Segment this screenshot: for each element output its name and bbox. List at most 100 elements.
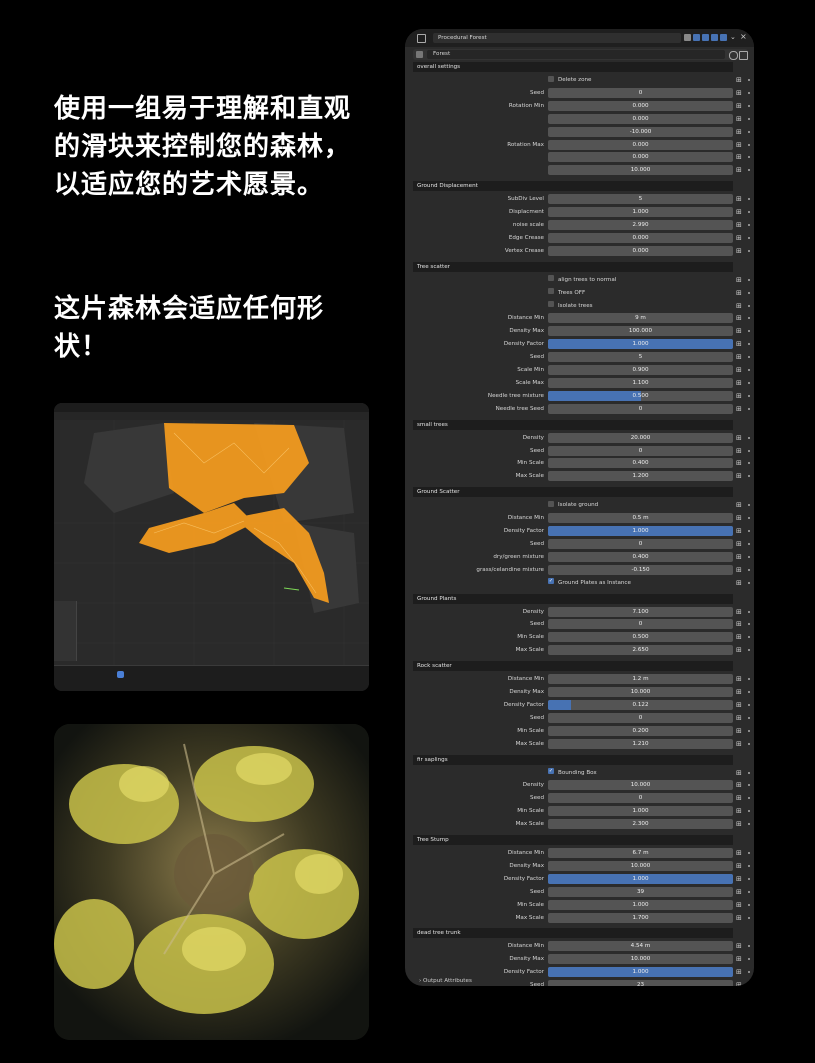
- keyframe-icon[interactable]: ⊞: [736, 769, 743, 777]
- animate-dot-icon[interactable]: [748, 330, 750, 333]
- number-field[interactable]: 0: [548, 403, 733, 414]
- slider-field[interactable]: 0.122: [548, 699, 733, 710]
- animate-dot-icon[interactable]: [748, 581, 750, 584]
- animate-dot-icon[interactable]: [748, 104, 750, 107]
- animate-dot-icon[interactable]: [748, 449, 750, 452]
- animate-dot-icon[interactable]: [748, 903, 750, 906]
- keyframe-icon[interactable]: ⊞: [736, 688, 743, 696]
- animate-dot-icon[interactable]: [748, 517, 750, 520]
- animate-dot-icon[interactable]: [748, 156, 750, 159]
- animate-dot-icon[interactable]: [748, 224, 750, 226]
- animate-dot-icon[interactable]: [748, 504, 750, 507]
- animate-dot-icon[interactable]: [748, 91, 750, 94]
- keyframe-icon[interactable]: ⊞: [736, 701, 743, 709]
- animate-dot-icon[interactable]: [748, 381, 750, 384]
- number-field[interactable]: 10.000: [548, 860, 733, 871]
- keyframe-icon[interactable]: ⊞: [736, 914, 743, 922]
- nodes-icon[interactable]: [693, 34, 700, 41]
- number-field[interactable]: -10.000: [548, 126, 733, 137]
- keyframe-icon[interactable]: ⊞: [736, 675, 743, 683]
- animate-dot-icon[interactable]: [748, 623, 750, 626]
- animate-dot-icon[interactable]: [748, 568, 750, 571]
- keyframe-icon[interactable]: ⊞: [736, 646, 743, 654]
- keyframe-icon[interactable]: ⊞: [736, 633, 743, 641]
- section-header[interactable]: Tree Stump: [413, 835, 733, 845]
- animate-dot-icon[interactable]: [748, 784, 750, 787]
- number-field[interactable]: 2.300: [548, 819, 733, 830]
- keyframe-icon[interactable]: ⊞: [736, 276, 743, 284]
- checkbox-icon[interactable]: [548, 75, 554, 82]
- number-field[interactable]: 7.100: [548, 606, 733, 617]
- editmode-icon[interactable]: [702, 34, 709, 41]
- number-field[interactable]: 0.200: [548, 725, 733, 736]
- animate-dot-icon[interactable]: [748, 143, 750, 146]
- animate-dot-icon[interactable]: [748, 823, 750, 826]
- animate-dot-icon[interactable]: [748, 169, 750, 172]
- slider-field[interactable]: 1.000: [548, 873, 733, 884]
- number-field[interactable]: 5: [548, 352, 733, 363]
- number-field[interactable]: 5: [548, 194, 733, 205]
- checkbox-checked-icon[interactable]: ✓: [548, 768, 554, 774]
- keyframe-icon[interactable]: ⊞: [736, 740, 743, 748]
- keyframe-icon[interactable]: ⊞: [736, 579, 743, 587]
- number-field[interactable]: 1.210: [548, 738, 733, 749]
- number-field[interactable]: 2.650: [548, 645, 733, 656]
- number-field[interactable]: 1.000: [548, 806, 733, 817]
- animate-dot-icon[interactable]: [748, 369, 750, 371]
- animate-dot-icon[interactable]: [748, 117, 750, 120]
- keyframe-icon[interactable]: ⊞: [736, 942, 743, 950]
- number-field[interactable]: 0: [548, 445, 733, 456]
- keyframe-icon[interactable]: ⊞: [736, 608, 743, 616]
- keyframe-icon[interactable]: ⊞: [736, 434, 743, 442]
- number-field[interactable]: 0.000: [548, 245, 733, 256]
- checkbox-row[interactable]: ✓ Bounding Box: [548, 768, 597, 778]
- number-field[interactable]: 9 m: [548, 313, 733, 324]
- checkbox-icon[interactable]: [548, 301, 554, 307]
- animate-dot-icon[interactable]: [748, 797, 750, 800]
- number-field[interactable]: 1.700: [548, 912, 733, 923]
- keyframe-icon[interactable]: ⊞: [736, 514, 743, 522]
- section-header[interactable]: overall settings: [413, 62, 733, 72]
- animate-dot-icon[interactable]: [748, 810, 750, 813]
- number-field[interactable]: 0: [548, 712, 733, 723]
- number-field[interactable]: 1.100: [548, 377, 733, 388]
- keyframe-icon[interactable]: ⊞: [736, 955, 743, 963]
- checkbox-row[interactable]: Delete zone: [548, 75, 592, 85]
- render-icon[interactable]: [720, 34, 727, 41]
- copy-icon[interactable]: [739, 51, 748, 60]
- filter-icon[interactable]: [684, 34, 691, 41]
- keyframe-icon[interactable]: ⊞: [736, 447, 743, 455]
- section-header[interactable]: fir saplings: [413, 754, 733, 765]
- keyframe-icon[interactable]: ⊞: [736, 195, 743, 203]
- section-header[interactable]: Ground Plants: [413, 593, 733, 604]
- number-field[interactable]: 0.000: [548, 139, 733, 150]
- animate-dot-icon[interactable]: [748, 864, 750, 867]
- number-field[interactable]: -0.150: [548, 564, 733, 575]
- keyframe-icon[interactable]: ⊞: [736, 781, 743, 789]
- animate-dot-icon[interactable]: [748, 236, 750, 239]
- animate-dot-icon[interactable]: [748, 703, 750, 706]
- keyframe-icon[interactable]: ⊞: [736, 340, 743, 348]
- slider-field[interactable]: 1.000: [548, 967, 733, 978]
- keyframe-icon[interactable]: ⊞: [736, 353, 743, 361]
- animate-dot-icon[interactable]: [748, 716, 750, 719]
- animate-dot-icon[interactable]: [748, 291, 750, 294]
- animate-dot-icon[interactable]: [748, 916, 750, 919]
- checkbox-icon[interactable]: [548, 500, 554, 507]
- animate-dot-icon[interactable]: [748, 742, 750, 745]
- animate-dot-icon[interactable]: [748, 542, 750, 545]
- keyframe-icon[interactable]: ⊞: [736, 115, 743, 123]
- keyframe-icon[interactable]: ⊞: [736, 366, 743, 374]
- keyframe-icon[interactable]: ⊞: [736, 234, 743, 242]
- number-field[interactable]: 10.000: [548, 780, 733, 791]
- keyframe-icon[interactable]: ⊞: [736, 820, 743, 828]
- number-field[interactable]: 10.000: [548, 165, 733, 176]
- checkbox-row[interactable]: Trees OFF: [548, 288, 585, 298]
- slider-field[interactable]: 0.500: [548, 390, 733, 401]
- number-field[interactable]: 0.900: [548, 365, 733, 375]
- number-field[interactable]: 39: [548, 886, 733, 897]
- keyframe-icon[interactable]: ⊞: [736, 141, 743, 149]
- number-field[interactable]: 20.000: [548, 432, 733, 443]
- slider-field[interactable]: 1.000: [548, 339, 733, 350]
- animate-dot-icon[interactable]: [748, 343, 750, 346]
